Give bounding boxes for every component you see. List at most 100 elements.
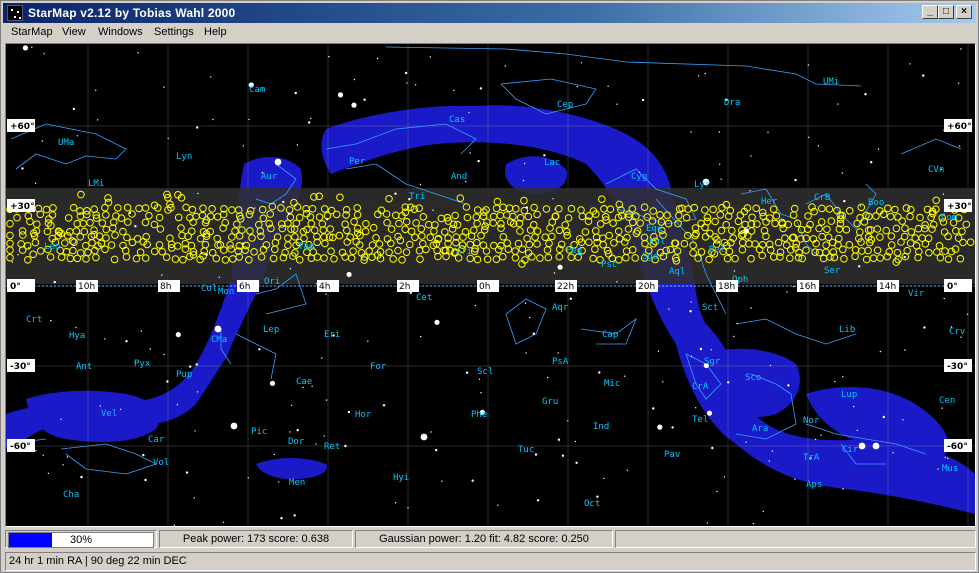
- star-icon: [468, 111, 470, 114]
- close-button[interactable]: ×: [956, 5, 972, 19]
- app-icon[interactable]: [7, 5, 23, 21]
- star-icon: [657, 424, 663, 430]
- star-icon: [140, 330, 142, 332]
- star-icon: [894, 219, 897, 221]
- star-icon: [690, 301, 692, 303]
- star-icon: [325, 218, 329, 221]
- constellation-label-aqr: Aqr: [552, 303, 569, 313]
- star-icon: [557, 264, 563, 270]
- star-icon: [529, 316, 531, 319]
- constellation-label-psa: PsA: [552, 357, 569, 367]
- star-icon: [248, 118, 250, 121]
- starmap-window: StarMap v2.12 by Tobias Wahl 2000 _ □ × …: [0, 0, 979, 573]
- star-icon: [394, 502, 397, 504]
- constellation-label-crv: Crv: [949, 327, 965, 337]
- star-icon: [149, 348, 151, 350]
- dec-label-right: +60°: [947, 122, 972, 132]
- star-icon: [843, 199, 846, 203]
- menu-help[interactable]: Help: [204, 26, 227, 38]
- menu-view[interactable]: View: [62, 26, 86, 38]
- star-icon: [80, 475, 83, 479]
- star-icon: [525, 206, 528, 209]
- sky-chart-icon[interactable]: Cam UMa Lyn LMi Leo Aur Per Cas Tri And Ari Cep Lac C…: [6, 44, 975, 526]
- constellation-label-crt: Crt: [26, 315, 42, 325]
- constellation-label-pyx: Pyx: [134, 359, 151, 369]
- star-icon: [743, 228, 749, 234]
- star-icon: [706, 522, 708, 524]
- constellation-label-gru: Gru: [542, 397, 558, 407]
- title-bar[interactable]: StarMap v2.12 by Tobias Wahl 2000 _ □ ×: [3, 3, 976, 23]
- constellation-label-ara: Ara: [752, 424, 768, 434]
- constellation-label-phe: Phe: [471, 410, 487, 420]
- constellation-label-cra: CrA: [692, 382, 709, 392]
- sky-map[interactable]: Cam UMa Lyn LMi Leo Aur Per Cas Tri And Ari Cep Lac C…: [6, 44, 975, 526]
- ra-label-4h: 4h: [319, 282, 330, 292]
- constellation-label-hya: Hya: [69, 331, 85, 341]
- star-icon: [522, 179, 525, 182]
- star-icon: [699, 347, 703, 351]
- star-icon: [382, 404, 386, 407]
- star-icon: [167, 137, 169, 140]
- star-icon: [287, 212, 291, 215]
- star-icon: [733, 335, 735, 338]
- star-icon: [407, 507, 409, 509]
- star-icon: [11, 261, 14, 263]
- constellation-label-dor: Dor: [288, 437, 305, 447]
- star-icon: [194, 430, 196, 432]
- star-icon: [471, 479, 474, 482]
- ra-label-18h: 18h: [718, 282, 735, 292]
- star-icon: [547, 246, 550, 248]
- star-icon: [289, 431, 291, 433]
- menu-settings[interactable]: Settings: [154, 26, 194, 38]
- star-icon: [430, 431, 432, 433]
- star-icon: [376, 57, 379, 60]
- constellation-label-vul: Vul: [649, 237, 665, 247]
- star-icon: [197, 192, 199, 195]
- star-icon: [325, 293, 327, 295]
- star-icon: [603, 477, 605, 480]
- star-icon: [337, 92, 344, 98]
- dec-label-right: -60°: [947, 442, 968, 452]
- star-icon: [273, 453, 275, 456]
- star-icon: [189, 365, 192, 368]
- star-icon: [697, 75, 700, 77]
- star-icon: [254, 207, 256, 209]
- star-icon: [50, 319, 52, 322]
- constellation-label-vol: Vol: [153, 458, 169, 468]
- star-icon: [308, 121, 311, 124]
- star-icon: [536, 499, 540, 502]
- star-icon: [163, 353, 165, 356]
- constellation-label-lyr: Lyr: [694, 180, 711, 190]
- star-icon: [95, 89, 97, 91]
- star-icon: [120, 408, 122, 410]
- star-icon: [750, 307, 752, 309]
- star-icon: [420, 335, 422, 338]
- star-icon: [598, 371, 601, 374]
- constellation-label-tra: TrA: [803, 453, 820, 463]
- star-icon: [557, 352, 559, 354]
- star-icon: [282, 200, 285, 204]
- constellation-label-ari: Ari: [456, 247, 472, 257]
- constellation-label-lep: Lep: [263, 325, 279, 335]
- star-icon: [596, 495, 599, 498]
- star-icon: [853, 405, 855, 408]
- constellation-label-mus: Mus: [942, 464, 958, 474]
- star-icon: [902, 419, 904, 421]
- star-icon: [752, 522, 755, 525]
- menu-windows[interactable]: Windows: [98, 26, 143, 38]
- minimize-button[interactable]: _: [922, 5, 938, 19]
- menu-starmap[interactable]: StarMap: [11, 26, 53, 38]
- star-icon: [723, 476, 726, 478]
- star-icon: [66, 456, 69, 458]
- star-icon: [523, 162, 526, 165]
- star-icon: [892, 452, 894, 454]
- gaussian-power-status: Gaussian power: 1.20 fit: 4.82 score: 0.…: [355, 530, 613, 548]
- constellation-label-ind: Ind: [593, 422, 609, 432]
- dec-label-left: +60°: [10, 122, 35, 132]
- star-icon: [842, 488, 844, 490]
- constellation-label-scl: Scl: [477, 367, 493, 377]
- star-icon: [574, 440, 577, 443]
- star-icon: [794, 478, 796, 480]
- constellation-label-cha: Cha: [63, 490, 79, 500]
- maximize-button[interactable]: □: [938, 5, 954, 19]
